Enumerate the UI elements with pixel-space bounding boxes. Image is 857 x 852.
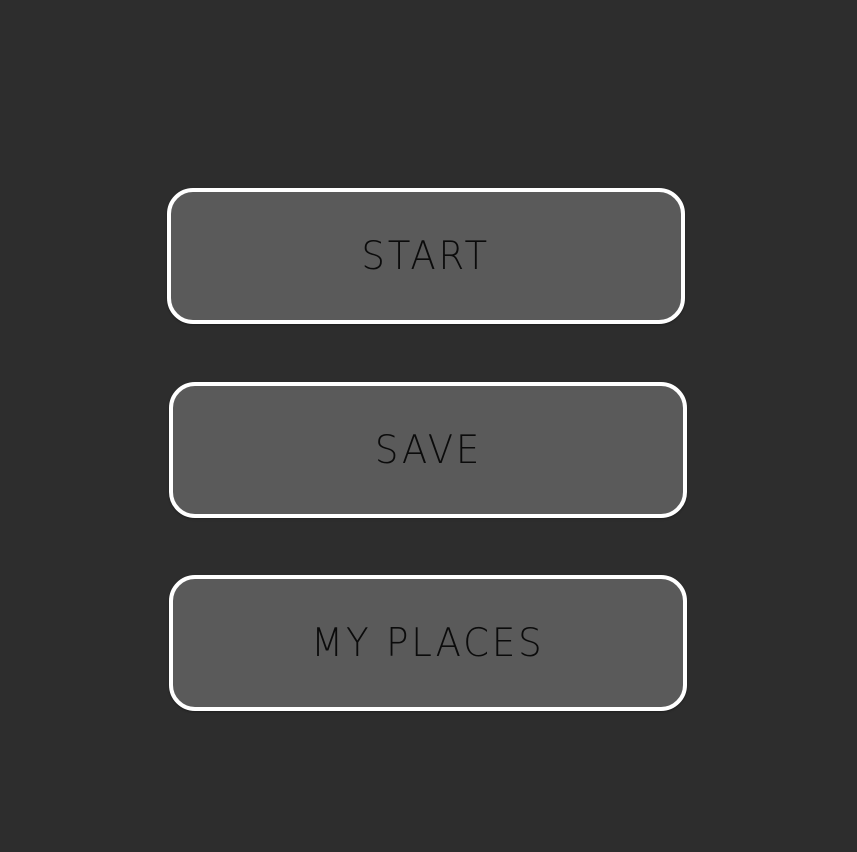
save-button-label: SAVE <box>374 427 482 473</box>
save-button[interactable]: SAVE <box>169 382 687 518</box>
start-button[interactable]: START <box>167 188 685 324</box>
main-menu-screen: START SAVE MY PLACES <box>0 0 857 852</box>
my-places-button-label: MY PLACES <box>311 620 545 666</box>
start-button-label: START <box>361 233 491 279</box>
my-places-button[interactable]: MY PLACES <box>169 575 687 711</box>
